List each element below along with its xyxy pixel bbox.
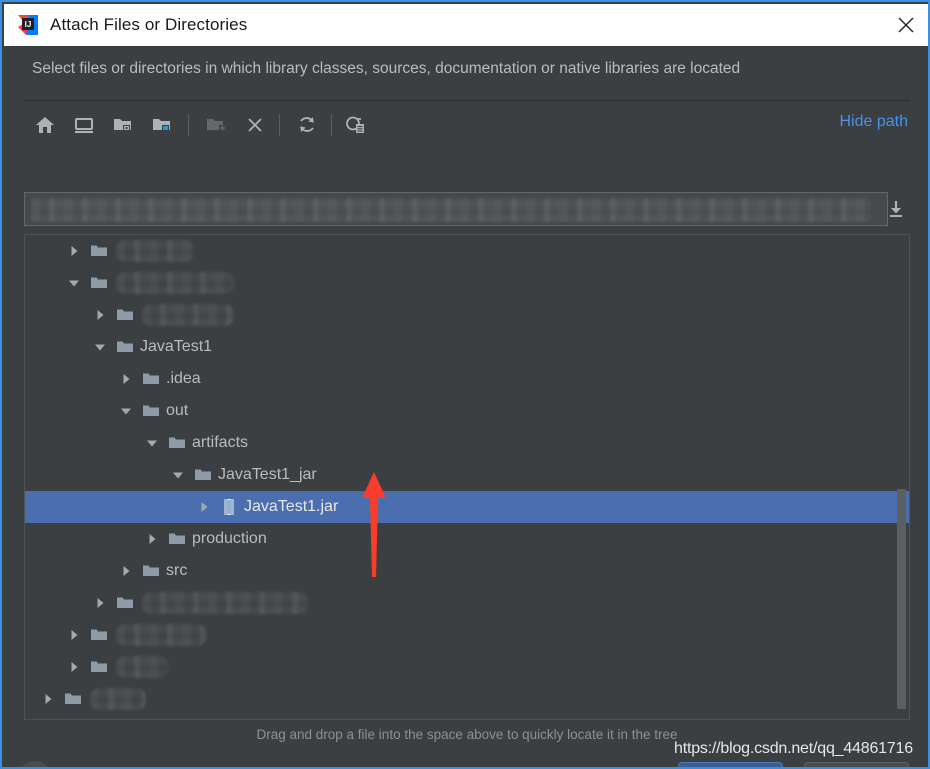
tree-row[interactable]: artifacts xyxy=(25,427,909,459)
redacted-tree-label xyxy=(142,304,234,326)
cancel-button[interactable]: Cancel xyxy=(804,762,909,767)
redacted-tree-label xyxy=(116,240,194,262)
desktop-icon[interactable] xyxy=(67,108,101,142)
tree-row[interactable]: out xyxy=(25,395,909,427)
attach-files-dialog: IJ Attach Files or Directories Select fi… xyxy=(0,0,930,769)
tree-row-label: .idea xyxy=(166,370,201,387)
tree-row-label: artifacts xyxy=(192,434,249,451)
folder-icon xyxy=(61,690,85,708)
tree-row[interactable] xyxy=(25,683,909,715)
new-folder-icon[interactable] xyxy=(199,108,233,142)
chevron-down-icon[interactable] xyxy=(139,436,165,450)
folder-drive-icon[interactable] xyxy=(106,108,140,142)
tree-row[interactable] xyxy=(25,267,909,299)
tree-row[interactable] xyxy=(25,715,909,719)
tree-row[interactable] xyxy=(25,651,909,683)
chevron-down-icon[interactable] xyxy=(113,404,139,418)
folder-icon xyxy=(139,402,163,420)
chevron-right-icon[interactable] xyxy=(61,244,87,258)
tree-row[interactable]: src xyxy=(25,555,909,587)
tree-scrollbar[interactable] xyxy=(896,236,908,719)
chevron-right-icon[interactable] xyxy=(139,532,165,546)
tree-row[interactable]: JavaTest1.jar xyxy=(25,491,909,523)
toolbar-separator xyxy=(188,114,189,136)
directory-tree[interactable]: JavaTest1 .idea out artifacts JavaTest1_jar J… xyxy=(24,234,910,720)
chevron-right-icon[interactable] xyxy=(113,372,139,386)
tree-row[interactable] xyxy=(25,587,909,619)
tree-row-label: src xyxy=(166,562,188,579)
folder-icon xyxy=(139,562,163,580)
jar-file-icon xyxy=(217,498,241,516)
folder-icon xyxy=(87,274,111,292)
watermark-url: https://blog.csdn.net/qq_44861716 xyxy=(674,740,913,757)
ok-button[interactable]: OK xyxy=(678,762,783,767)
chevron-right-icon[interactable] xyxy=(61,660,87,674)
tree-row[interactable]: JavaTest1 xyxy=(25,331,909,363)
home-icon[interactable] xyxy=(28,108,62,142)
tree-scrollbar-thumb[interactable] xyxy=(897,489,906,709)
show-hidden-icon[interactable] xyxy=(338,108,372,142)
refresh-icon[interactable] xyxy=(290,108,324,142)
dialog-title: Attach Files or Directories xyxy=(50,15,248,34)
folder-icon xyxy=(87,242,111,260)
tree-row[interactable]: production xyxy=(25,523,909,555)
toolbar-separator xyxy=(279,114,280,136)
help-button[interactable]: ? xyxy=(18,761,52,767)
divider xyxy=(24,100,910,101)
folder-icon xyxy=(113,306,137,324)
chevron-right-icon[interactable] xyxy=(61,628,87,642)
tree-row[interactable]: JavaTest1_jar xyxy=(25,459,909,491)
folder-icon xyxy=(165,434,189,452)
folder-icon xyxy=(139,370,163,388)
dialog-titlebar: IJ Attach Files or Directories xyxy=(4,4,928,46)
path-row xyxy=(24,192,910,228)
toolbar-separator xyxy=(331,114,332,136)
redacted-tree-label xyxy=(116,656,168,678)
tree-row[interactable] xyxy=(25,299,909,331)
path-input[interactable] xyxy=(24,192,888,226)
download-arrow-icon[interactable] xyxy=(882,195,910,223)
intellij-idea-icon: IJ xyxy=(17,14,39,36)
svg-text:IJ: IJ xyxy=(25,20,32,29)
redacted-tree-label xyxy=(142,592,308,614)
tree-row[interactable] xyxy=(25,235,909,267)
folder-icon xyxy=(113,594,137,612)
chevron-right-icon[interactable] xyxy=(87,308,113,322)
redacted-tree-label xyxy=(90,688,146,710)
chevron-right-icon[interactable] xyxy=(113,564,139,578)
folder-icon xyxy=(191,466,215,484)
tree-row-label: production xyxy=(192,530,267,547)
folder-icon xyxy=(165,530,189,548)
redacted-tree-label xyxy=(116,624,206,646)
chevron-right-icon[interactable] xyxy=(191,500,217,514)
folder-icon xyxy=(87,626,111,644)
tree-row-label: JavaTest1 xyxy=(140,338,213,355)
dialog-body: Select files or directories in which lib… xyxy=(4,46,928,767)
folder-icon xyxy=(113,338,137,356)
hide-path-link[interactable]: Hide path xyxy=(840,113,909,131)
tree-row-label: out xyxy=(166,402,189,419)
dialog-description: Select files or directories in which lib… xyxy=(32,60,741,77)
close-icon[interactable] xyxy=(882,4,928,46)
chevron-down-icon[interactable] xyxy=(61,276,87,290)
tree-row[interactable] xyxy=(25,619,909,651)
redacted-tree-label xyxy=(116,272,234,294)
chevron-down-icon[interactable] xyxy=(87,340,113,354)
chevron-right-icon[interactable] xyxy=(35,692,61,706)
folder-project-icon[interactable] xyxy=(145,108,179,142)
chevron-right-icon[interactable] xyxy=(87,596,113,610)
delete-icon[interactable] xyxy=(238,108,272,142)
chevron-down-icon[interactable] xyxy=(165,468,191,482)
folder-icon xyxy=(87,658,111,676)
redacted-path-value xyxy=(31,198,871,222)
tree-row[interactable]: .idea xyxy=(25,363,909,395)
tree-row-label: JavaTest1_jar xyxy=(218,466,317,483)
tree-row-label: JavaTest1.jar xyxy=(244,498,339,515)
file-chooser-toolbar: Hide path xyxy=(24,104,910,146)
